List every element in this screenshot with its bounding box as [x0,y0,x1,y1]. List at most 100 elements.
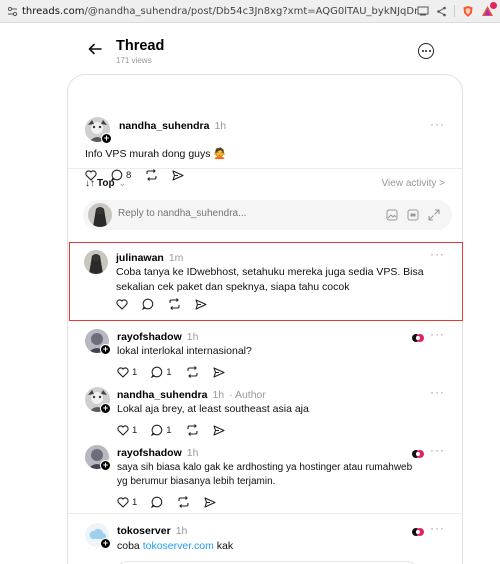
avatar[interactable] [84,250,108,274]
repost-icon [187,424,198,436]
reaction-icon [412,528,424,536]
share-button[interactable] [195,298,207,310]
url-text[interactable]: threads.com/@nandha_suhendra/post/Db54c3… [22,6,417,17]
share-icon[interactable] [436,6,447,17]
heart-icon [116,298,128,310]
comment-more-icon[interactable]: ··· [430,327,445,341]
comment-text: coba tokoserver.com kak [117,540,234,552]
sort-icon: ↓↑ [85,178,95,189]
comment-author[interactable]: tokoserver 1h [117,525,187,537]
sort-label: Top [97,178,115,189]
comment-time: 1h [186,331,199,343]
brave-shield-icon[interactable] [462,5,474,18]
comment-text: Coba tanya ke IDwebhost, setahuku mereka… [116,266,424,293]
heart-icon [117,366,129,378]
reply-composer[interactable] [83,200,452,230]
follow-plus-icon[interactable]: + [100,460,111,471]
more-options-button[interactable] [418,43,434,59]
cast-icon[interactable] [417,6,429,16]
like-button[interactable] [116,298,128,310]
follow-plus-icon[interactable]: + [100,344,111,355]
reply-button[interactable]: 1 [151,424,172,436]
repost-button[interactable] [186,424,199,436]
like-count: 1 [132,496,138,508]
follow-plus-icon[interactable]: + [100,403,111,414]
send-icon [172,169,184,181]
url-path: /@nandha_suhendra/post/Db54c3Jn8xg?xmt=A… [84,5,417,17]
repost-button[interactable] [177,496,190,508]
post-time: 1h [214,120,227,132]
comment-actions: 1 1 [117,424,225,436]
brave-rewards-icon[interactable] [481,2,497,17]
avatar [88,203,112,227]
repost-button[interactable] [168,298,181,310]
heart-icon [117,496,129,508]
comment-icon [151,366,163,378]
post-more-icon[interactable]: ··· [430,117,445,131]
comment-actions [116,298,207,310]
repost-button[interactable] [186,366,199,378]
author-label: · Author [229,389,266,401]
comment-author[interactable]: rayofshadow 1h [117,331,198,343]
reply-button[interactable] [142,298,154,310]
comment-time: 1h [186,447,199,459]
heart-icon [117,424,129,436]
site-settings-icon[interactable] [7,6,18,17]
comment-time: 1h [212,389,225,401]
comment-icon [151,496,163,508]
image-icon[interactable] [386,208,398,226]
browser-url-bar[interactable]: threads.com/@nandha_suhendra/post/Db54c3… [0,0,500,23]
share-button[interactable] [204,496,216,508]
share-button[interactable] [172,169,184,181]
comment-author[interactable]: nandha_suhendra 1h · Author [117,389,266,401]
like-button[interactable]: 1 [117,497,137,508]
comment-icon [142,298,154,310]
like-button[interactable]: 1 [117,425,137,436]
repost-icon [178,496,189,508]
link[interactable]: tokoserver.com [143,540,214,552]
chevron-down-icon: ⌄ [118,178,127,188]
view-activity-link[interactable]: View activity > [382,178,445,189]
comment-author[interactable]: rayofshadow 1h [117,447,198,459]
send-icon [204,496,216,508]
divider [68,513,462,514]
send-icon [213,366,225,378]
gif-icon[interactable] [407,208,419,226]
comment-time: 1m [168,252,184,264]
reply-count: 1 [166,424,172,436]
like-button[interactable]: 1 [117,367,137,378]
comment-more-icon[interactable]: ··· [430,521,445,535]
reply-input[interactable] [118,208,378,219]
post-author[interactable]: nandha_suhendra 1h [119,120,226,132]
comment-author[interactable]: julinawan 1m [116,252,183,264]
share-button[interactable] [213,424,225,436]
follow-plus-icon[interactable]: + [101,133,112,144]
comment-more-icon[interactable]: ··· [430,247,445,261]
separator [454,5,455,17]
comment-more-icon[interactable]: ··· [430,385,445,399]
post-text: Info VPS murah dong guys 🙅 [85,148,227,160]
like-count: 1 [132,424,138,436]
comment-icon [151,424,163,436]
share-button[interactable] [213,366,225,378]
comment-text-line-1: saya sih biasa kalo gak ke ardhosting ya… [117,462,413,473]
comment-more-icon[interactable]: ··· [430,443,445,457]
arrow-left-icon [88,43,102,55]
like-count: 1 [132,366,138,378]
reply-count: 1 [166,366,172,378]
reply-button[interactable]: 1 [151,366,172,378]
sort-dropdown[interactable]: ↓↑ Top ⌄ [85,178,126,189]
thread-card: + nandha_suhendra 1h ··· Info VPS murah d… [67,74,463,564]
back-button[interactable] [86,40,104,58]
reply-count: 8 [126,169,132,181]
comment-actions: 1 1 [117,366,225,378]
comment-text: lokal interlokal internasional? [117,345,252,357]
repost-button[interactable] [145,169,158,181]
follow-plus-icon[interactable]: + [100,538,111,549]
thread-header: Thread 171 views [0,23,500,73]
repost-icon [169,298,180,310]
repost-icon [146,169,157,181]
reply-button[interactable] [151,496,163,508]
send-icon [195,298,207,310]
expand-icon[interactable] [428,208,440,226]
